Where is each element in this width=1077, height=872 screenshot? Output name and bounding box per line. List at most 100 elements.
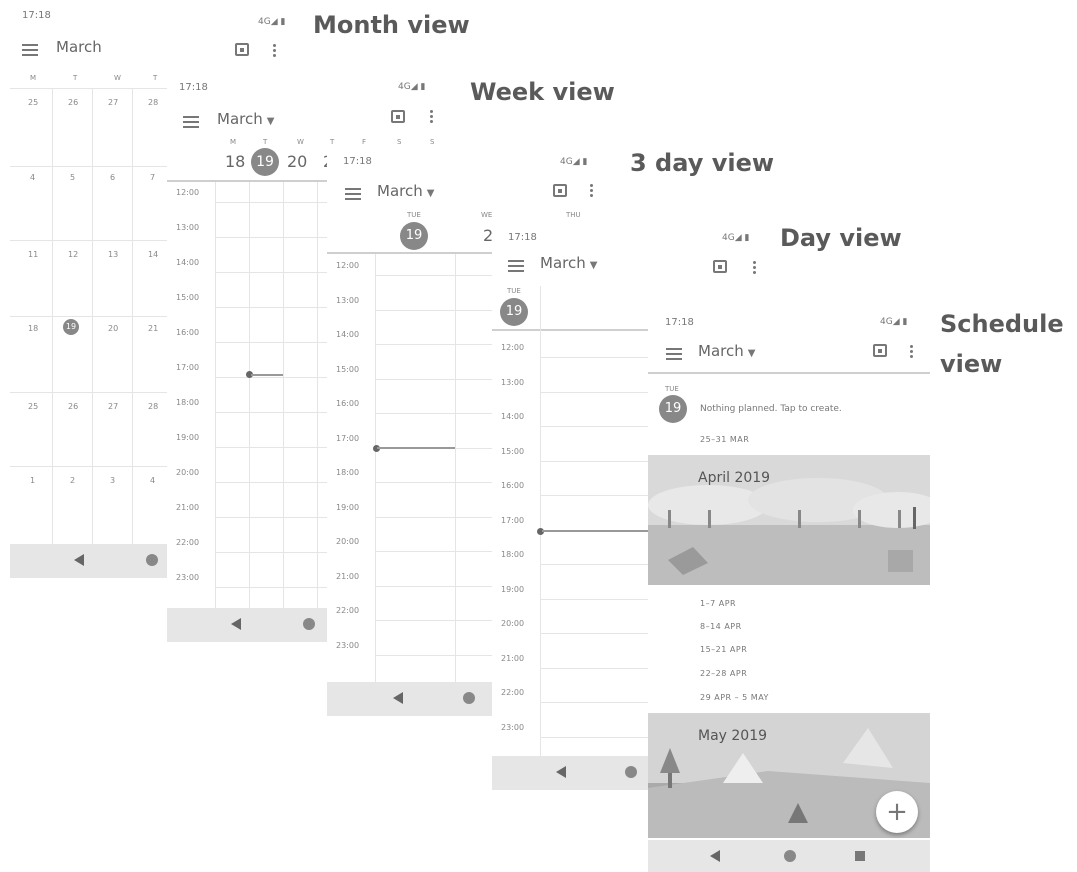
recents-icon[interactable] bbox=[855, 851, 865, 861]
day-cell[interactable]: 12 bbox=[68, 250, 78, 259]
hour-label: 20:00 bbox=[176, 468, 200, 477]
back-icon[interactable] bbox=[710, 850, 720, 862]
hamburger-menu-icon[interactable] bbox=[508, 260, 524, 272]
day-cell[interactable]: 1 bbox=[30, 476, 35, 485]
day-cell[interactable]: 2 bbox=[70, 476, 75, 485]
day-cell[interactable]: 14 bbox=[148, 250, 158, 259]
hamburger-menu-icon[interactable] bbox=[22, 44, 38, 56]
day-cell[interactable]: 3 bbox=[110, 476, 115, 485]
hour-label: 13:00 bbox=[336, 295, 360, 305]
day-cell[interactable]: 7 bbox=[150, 173, 155, 182]
today-marker[interactable]: 19 bbox=[500, 298, 528, 326]
day-cell[interactable]: 27 bbox=[108, 98, 118, 107]
more-options-icon[interactable] bbox=[590, 184, 594, 198]
grid-line bbox=[92, 88, 93, 544]
day-cell[interactable]: 26 bbox=[68, 402, 78, 411]
hour-line bbox=[215, 202, 327, 203]
three-day-view-screen: 17:18 March▼ TUE WED 19 2 12:0013:0014:0… bbox=[327, 150, 493, 716]
calendar-today-icon[interactable] bbox=[553, 184, 567, 197]
home-icon[interactable] bbox=[463, 692, 475, 704]
today-marker[interactable]: 19 bbox=[251, 148, 279, 176]
day-cell[interactable]: 11 bbox=[28, 250, 38, 259]
day-cell[interactable]: 4 bbox=[30, 173, 35, 182]
app-bar: March ▼ bbox=[167, 106, 327, 140]
hour-line bbox=[375, 516, 493, 518]
month-dropdown[interactable]: March ▼ bbox=[540, 254, 597, 272]
weekday-label: WED bbox=[481, 211, 493, 219]
grid-line bbox=[10, 240, 170, 241]
calendar-today-icon[interactable] bbox=[713, 260, 727, 273]
today-marker[interactable]: 19 bbox=[659, 395, 687, 423]
nav-bar bbox=[10, 544, 170, 578]
create-event-fab[interactable]: + bbox=[876, 791, 918, 833]
signal-icon: 4G◢ ▮ bbox=[560, 157, 588, 167]
day-cell[interactable]: 13 bbox=[108, 250, 118, 259]
day-cell[interactable]: 4 bbox=[150, 476, 155, 485]
day-cell[interactable]: 25 bbox=[28, 402, 38, 411]
hour-label: 16:00 bbox=[176, 328, 200, 337]
back-icon[interactable] bbox=[556, 766, 566, 778]
grid-line bbox=[52, 88, 53, 544]
back-icon[interactable] bbox=[231, 618, 241, 630]
month-title[interactable]: March bbox=[56, 38, 102, 56]
hour-label: 19:00 bbox=[501, 584, 525, 594]
hour-line bbox=[540, 564, 652, 565]
more-options-icon[interactable] bbox=[430, 110, 434, 124]
date-label[interactable]: 20 bbox=[287, 152, 307, 171]
weekday-label: W bbox=[114, 74, 121, 82]
today-marker[interactable]: 19 bbox=[400, 222, 428, 250]
back-icon[interactable] bbox=[74, 554, 84, 566]
calendar-today-icon[interactable] bbox=[391, 110, 405, 123]
more-options-icon[interactable] bbox=[910, 345, 914, 359]
signal-icon: 4G◢ ▮ bbox=[722, 233, 750, 243]
hour-label: 19:00 bbox=[176, 433, 200, 442]
hour-label: 21:00 bbox=[336, 571, 360, 581]
day-cell[interactable]: 28 bbox=[148, 402, 158, 411]
date-label[interactable]: 18 bbox=[225, 152, 245, 171]
hour-line bbox=[215, 447, 327, 448]
day-cell[interactable]: 25 bbox=[28, 98, 38, 107]
hour-line bbox=[215, 482, 327, 483]
hamburger-menu-icon[interactable] bbox=[183, 116, 199, 128]
week-view-screen: 17:18 4G◢ ▮ March▼ M T W 18 19 20 12:00 1… bbox=[167, 76, 327, 642]
day-cell[interactable]: 6 bbox=[110, 173, 115, 182]
month-dropdown[interactable]: March ▼ bbox=[217, 110, 274, 128]
month-view-screen: 17:18 March M T W T 25 26 27 28 4 5 6 7 … bbox=[10, 0, 170, 580]
hour-line bbox=[215, 342, 327, 343]
april-banner: April 2019 bbox=[648, 455, 930, 585]
grid-line bbox=[249, 182, 250, 612]
hour-line bbox=[215, 237, 327, 238]
day-cell[interactable]: 18 bbox=[28, 324, 38, 333]
weekday-label: TUE bbox=[507, 287, 521, 295]
home-icon[interactable] bbox=[303, 618, 315, 630]
day-cell[interactable]: 20 bbox=[108, 324, 118, 333]
month-title: March bbox=[698, 342, 744, 360]
day-cell[interactable]: 26 bbox=[68, 98, 78, 107]
back-icon[interactable] bbox=[393, 692, 403, 704]
day-cell[interactable]: 21 bbox=[148, 324, 158, 333]
hamburger-menu-icon[interactable] bbox=[345, 188, 361, 200]
hamburger-menu-icon[interactable] bbox=[666, 348, 682, 360]
empty-day-message[interactable]: Nothing planned. Tap to create. bbox=[700, 404, 842, 414]
more-options-icon[interactable] bbox=[753, 261, 757, 275]
home-icon[interactable] bbox=[146, 554, 158, 566]
hour-line bbox=[540, 391, 652, 393]
hour-line bbox=[375, 309, 493, 311]
day-cell[interactable]: 28 bbox=[148, 98, 158, 107]
nav-bar bbox=[492, 756, 652, 790]
more-options-icon[interactable] bbox=[273, 44, 277, 58]
grid-line bbox=[215, 182, 216, 612]
calendar-today-icon[interactable] bbox=[235, 43, 249, 56]
month-dropdown[interactable]: March ▼ bbox=[377, 182, 434, 200]
week-range: 8–14 APR bbox=[700, 622, 742, 631]
month-dropdown[interactable]: March ▼ bbox=[698, 342, 755, 360]
today-marker[interactable]: 19 bbox=[63, 319, 79, 335]
home-icon[interactable] bbox=[625, 766, 637, 778]
hour-line bbox=[540, 736, 652, 738]
home-icon[interactable] bbox=[784, 850, 796, 862]
day-cell[interactable]: 27 bbox=[108, 402, 118, 411]
calendar-today-icon[interactable] bbox=[873, 344, 887, 357]
hour-line bbox=[215, 412, 327, 413]
hour-label: 23:00 bbox=[336, 640, 360, 650]
day-cell[interactable]: 5 bbox=[70, 173, 75, 182]
